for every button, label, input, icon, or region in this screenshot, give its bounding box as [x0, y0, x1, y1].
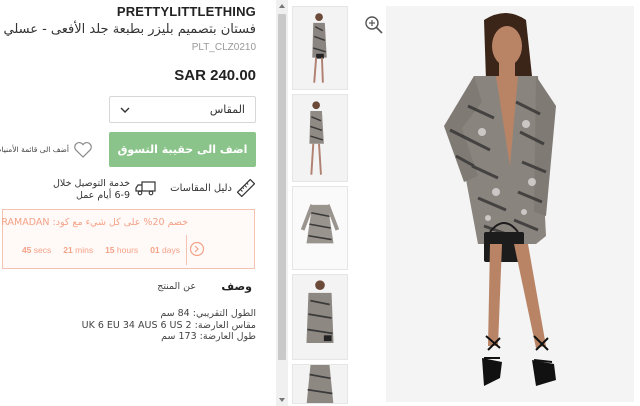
scroll-thumb[interactable] — [278, 14, 286, 360]
timer-mins: 21 mins — [63, 245, 94, 255]
size-guide-link[interactable]: دليل المقاسات — [170, 183, 232, 194]
thumbnail-3-image — [293, 187, 347, 269]
product-price: SAR 240.00 — [174, 67, 256, 84]
main-product-image[interactable] — [386, 6, 634, 402]
model-image — [386, 6, 634, 402]
thumbnail-5[interactable] — [292, 364, 348, 404]
thumbnail-5-image — [293, 365, 347, 403]
brand-name[interactable]: PRETTYLITTLETHING — [117, 4, 256, 19]
spec-length: الطول التقريبي: 84 سم — [160, 308, 256, 319]
delivery-info: خدمة التوصيل خلال 6-9 أيام عمل — [52, 178, 130, 202]
scrollbar[interactable] — [276, 0, 288, 406]
promo-divider — [186, 235, 187, 265]
spec-model-size: مقاس العارضة: UK 6 EU 34 AUS 6 US 2 — [81, 319, 256, 331]
tab-description[interactable]: وصف — [221, 280, 252, 293]
ruler-icon — [237, 179, 255, 197]
timer-days: 01 days — [150, 245, 180, 255]
chevron-down-icon — [120, 107, 130, 113]
timer-hours: 15 hours — [105, 245, 139, 255]
thumbnail-4[interactable] — [292, 274, 348, 360]
thumbnail-1[interactable] — [292, 6, 348, 90]
countdown-timer: 45 secs 21 mins 15 hours 01 days — [22, 245, 180, 255]
add-to-bag-button[interactable]: اضف الى حقيبة التسوق — [109, 132, 256, 167]
thumbnail-strip — [292, 6, 348, 404]
heart-icon[interactable] — [73, 141, 93, 159]
product-sku: PLT_CLZ0210 — [191, 42, 256, 53]
scroll-down-icon[interactable] — [276, 394, 288, 406]
tab-about-product[interactable]: عن المنتج — [157, 281, 196, 292]
thumbnail-1-image — [293, 7, 347, 89]
product-specs: الطول التقريبي: 84 سم مقاس العارضة: UK 6… — [6, 308, 256, 343]
promo-text: خصم 20% على كل شيء مع كود: RAMADAN — [1, 217, 188, 228]
delivery-line-2: 6-9 أيام عمل — [76, 190, 130, 201]
zoom-icon[interactable] — [364, 15, 384, 35]
timer-secs: 45 secs — [21, 245, 52, 255]
delivery-line-1: خدمة التوصيل خلال — [53, 178, 130, 189]
add-to-wishlist-link[interactable]: أضف الى قائمة الأمنيات — [0, 145, 69, 154]
size-select[interactable]: المقاس — [109, 96, 256, 123]
spec-model-height: طول العارضة: 173 سم — [161, 331, 256, 342]
delivery-truck-icon — [135, 181, 156, 196]
product-title: فستان بتصميم بليزر بطبعة جلد الأفعى - عس… — [3, 22, 256, 37]
promo-banner: خصم 20% على كل شيء مع كود: RAMADAN 45 se… — [1, 209, 255, 269]
scroll-up-icon[interactable] — [276, 0, 288, 12]
thumbnail-4-image — [293, 275, 347, 359]
product-tabs: وصف عن المنتج — [140, 280, 256, 294]
promo-tag-icon — [189, 241, 205, 257]
thumbnail-2[interactable] — [292, 94, 348, 182]
size-select-label: المقاس — [209, 103, 245, 116]
thumbnail-2-image — [293, 95, 347, 181]
thumbnail-3[interactable] — [292, 186, 348, 270]
product-info-panel: PRETTYLITTLETHING فستان بتصميم بليزر بطب… — [0, 0, 270, 406]
